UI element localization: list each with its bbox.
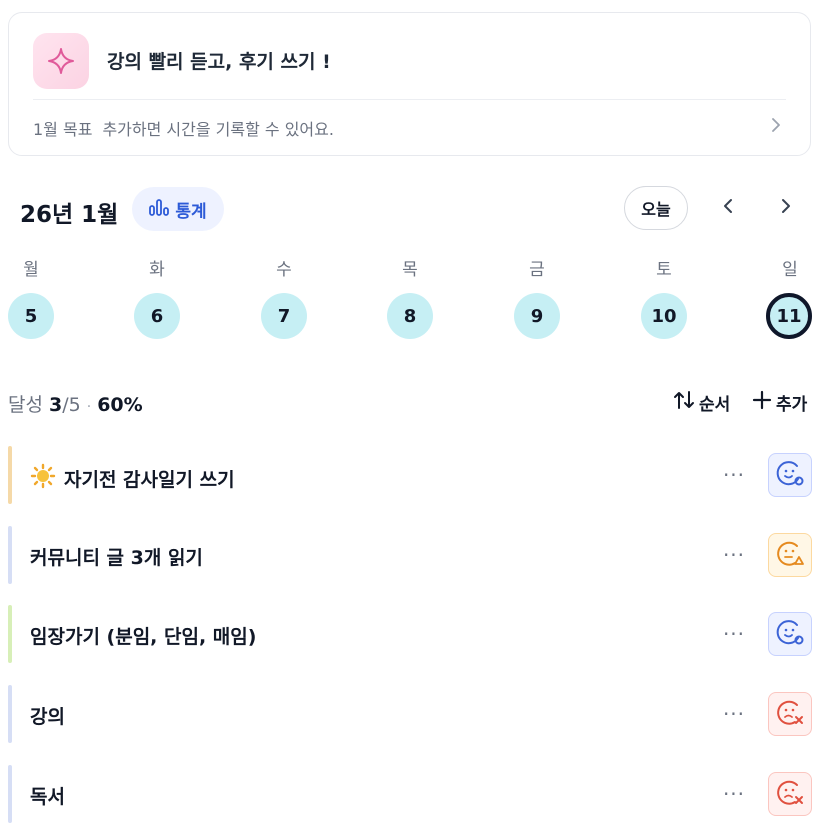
task-title: 강의 (30, 706, 65, 728)
status-partial-button[interactable] (768, 533, 812, 577)
weekday-label: 금 (529, 260, 545, 280)
task-color-bar (8, 605, 12, 663)
task-color-bar (8, 685, 12, 743)
weekday-label: 목 (402, 260, 418, 280)
goal-subtitle: 1월 목표 추가하면 시간을 기록할 수 있어요. (33, 116, 334, 140)
task-item[interactable]: 독서 ··· (8, 765, 818, 823)
more-options-button[interactable]: ··· (718, 459, 750, 491)
task-item[interactable]: 임장가기 (분임, 단임, 매임) ··· (8, 605, 818, 663)
monthly-goal-card[interactable]: 강의 빨리 듣고, 후기 쓰기 ! 1월 목표 추가하면 시간을 기록할 수 있어… (8, 12, 811, 156)
progress-percent: 60% (97, 394, 143, 416)
sort-arrows-icon (673, 390, 695, 415)
goal-month-prefix: 1월 목표 (33, 120, 93, 139)
sparkle-icon (33, 33, 89, 89)
task-title: 독서 (30, 786, 65, 808)
day-button[interactable]: 6 (134, 293, 180, 339)
progress-total: /5 (62, 394, 81, 416)
progress-label: 달성 (8, 394, 43, 416)
task-color-bar (8, 446, 12, 504)
prev-week-button[interactable] (714, 194, 742, 222)
status-done-button[interactable] (768, 612, 812, 656)
more-options-button[interactable]: ··· (718, 698, 750, 730)
task-item[interactable]: 자기전 감사일기 쓰기 ··· (8, 446, 818, 504)
month-title: 26년 1월 (20, 202, 119, 228)
weekday-label: 일 (782, 260, 798, 280)
progress-done-count: 3 (49, 394, 63, 416)
goal-title: 강의 빨리 듣고, 후기 쓰기 ! (107, 51, 331, 73)
goal-hint: 추가하면 시간을 기록할 수 있어요. (102, 120, 334, 139)
more-options-button[interactable]: ··· (718, 778, 750, 810)
day-button[interactable]: 10 (641, 293, 687, 339)
face-x-icon (775, 777, 805, 811)
task-name: 강의 (30, 702, 65, 729)
task-title: 자기전 감사일기 쓰기 (64, 469, 235, 491)
weekday-label: 월 (23, 260, 39, 280)
more-options-button[interactable]: ··· (718, 539, 750, 571)
day-button-today[interactable]: 11 (766, 293, 812, 339)
task-item[interactable]: 강의 ··· (8, 685, 818, 743)
day-button[interactable]: 9 (514, 293, 560, 339)
next-week-button[interactable] (772, 194, 800, 222)
separator-dot: · (86, 399, 92, 415)
task-color-bar (8, 765, 12, 823)
task-name: 커뮤니티 글 3개 읽기 (30, 543, 203, 570)
task-title: 커뮤니티 글 3개 읽기 (30, 547, 203, 569)
stats-label: 통계 (175, 201, 207, 222)
smile-check-icon (775, 458, 805, 492)
task-item[interactable]: 커뮤니티 글 3개 읽기 ··· (8, 526, 818, 584)
progress-summary: 달성 3/5 · 60% (8, 390, 143, 417)
sort-order-label: 순서 (699, 395, 731, 415)
more-options-button[interactable]: ··· (718, 618, 750, 650)
status-failed-button[interactable] (768, 772, 812, 816)
face-x-icon (775, 697, 805, 731)
weekday-label: 수 (276, 260, 292, 280)
chevron-right-icon (780, 198, 792, 218)
smile-check-icon (775, 617, 805, 651)
stats-button[interactable]: 통계 (132, 187, 224, 231)
task-name: 독서 (30, 782, 65, 809)
day-button[interactable]: 8 (387, 293, 433, 339)
status-done-button[interactable] (768, 453, 812, 497)
task-title: 임장가기 (분임, 단임, 매임) (30, 626, 257, 648)
sun-icon (30, 463, 56, 494)
task-name: 자기전 감사일기 쓰기 (30, 463, 235, 494)
face-warning-icon (775, 538, 805, 572)
weekday-label: 화 (149, 260, 165, 280)
day-button[interactable]: 5 (8, 293, 54, 339)
day-button[interactable]: 7 (261, 293, 307, 339)
add-task-button[interactable]: 추가 (752, 390, 807, 415)
chevron-left-icon (722, 198, 734, 218)
status-failed-button[interactable] (768, 692, 812, 736)
chevron-right-icon[interactable] (766, 115, 786, 135)
divider (33, 99, 786, 100)
today-button[interactable]: 오늘 (624, 186, 688, 230)
sort-order-button[interactable]: 순서 (673, 390, 730, 415)
weekday-label: 토 (656, 260, 672, 280)
plus-icon (752, 390, 772, 415)
add-task-label: 추가 (776, 395, 808, 415)
task-name: 임장가기 (분임, 단임, 매임) (30, 622, 256, 649)
bar-chart-icon (149, 198, 170, 220)
task-color-bar (8, 526, 12, 584)
